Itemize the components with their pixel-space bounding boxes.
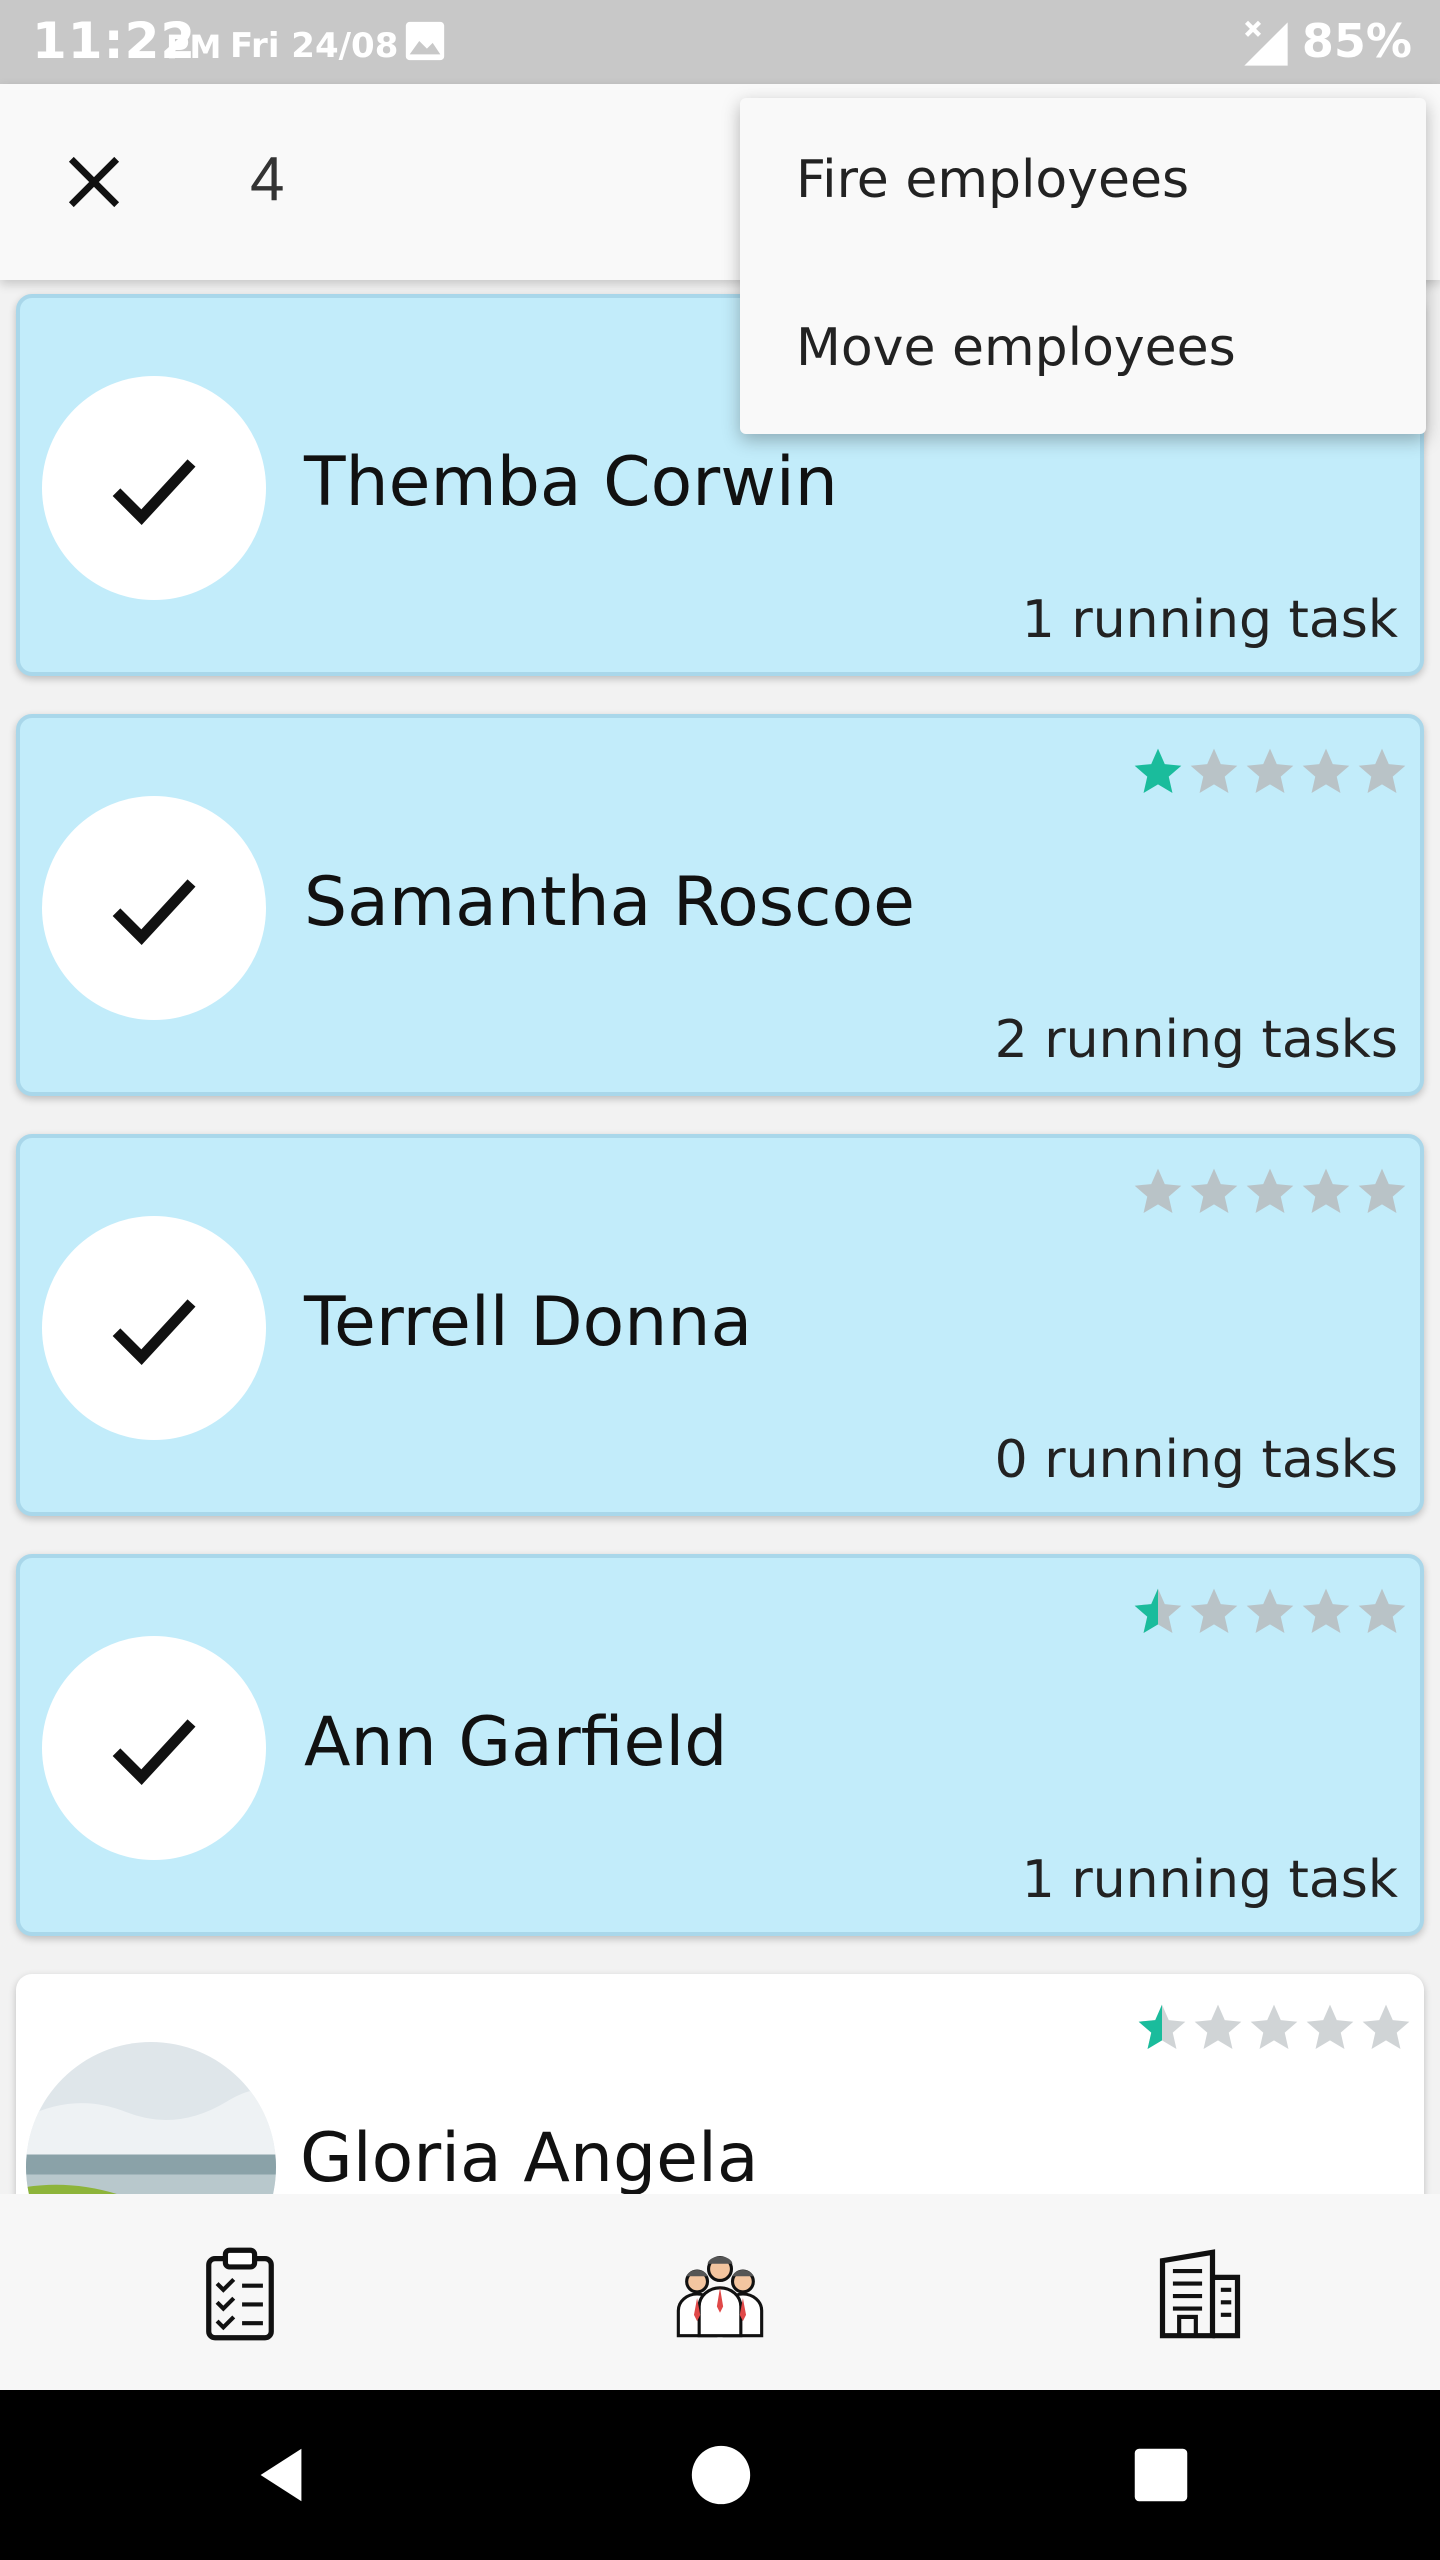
overflow-menu: Fire employees Move employees bbox=[740, 98, 1426, 434]
employee-list: Themba Corwin 1 running task Samantha Ro… bbox=[0, 280, 1440, 2194]
selected-count: 4 bbox=[250, 145, 285, 214]
star-empty-icon bbox=[1358, 1168, 1406, 1213]
close-icon[interactable] bbox=[60, 148, 128, 216]
star-half-icon bbox=[1138, 2004, 1186, 2049]
employee-card[interactable]: Samantha Roscoe 2 running tasks bbox=[16, 714, 1424, 1096]
clipboard-icon[interactable] bbox=[190, 2244, 290, 2344]
status-bar: 11:22 PM Fri 24/08 85% bbox=[0, 0, 1440, 84]
star-empty-icon bbox=[1358, 1588, 1406, 1633]
running-tasks: 1 running task bbox=[1021, 1850, 1398, 1910]
employee-card[interactable]: Terrell Donna 0 running tasks bbox=[16, 1134, 1424, 1516]
avatar[interactable] bbox=[26, 2042, 276, 2194]
star-empty-icon bbox=[1194, 2004, 1242, 2049]
star-empty-icon bbox=[1246, 748, 1294, 793]
avatar[interactable] bbox=[42, 1216, 266, 1440]
check-icon bbox=[112, 879, 196, 945]
status-date: Fri 24/08 bbox=[230, 26, 399, 66]
running-tasks: 2 running tasks bbox=[994, 1010, 1398, 1070]
bottom-navigation bbox=[0, 2194, 1440, 2390]
employee-name: Themba Corwin bbox=[304, 443, 838, 522]
no-signal-icon bbox=[1244, 20, 1288, 66]
rating-stars bbox=[1130, 744, 1410, 800]
star-empty-icon bbox=[1250, 2004, 1298, 2049]
star-empty-icon bbox=[1190, 1168, 1238, 1213]
recents-icon[interactable] bbox=[1126, 2440, 1196, 2510]
avatar[interactable] bbox=[42, 1636, 266, 1860]
menu-item-move-employees[interactable]: Move employees bbox=[796, 318, 1236, 378]
menu-item-fire-employees[interactable]: Fire employees bbox=[796, 150, 1189, 210]
star-empty-icon bbox=[1362, 2004, 1410, 2049]
star-empty-icon bbox=[1134, 1168, 1182, 1213]
star-empty-icon bbox=[1190, 748, 1238, 793]
avatar[interactable] bbox=[42, 796, 266, 1020]
check-icon bbox=[112, 1719, 196, 1785]
star-empty-icon bbox=[1190, 1588, 1238, 1633]
star-empty-icon bbox=[1306, 2004, 1354, 2049]
employees-group-icon[interactable] bbox=[670, 2244, 770, 2344]
employee-name: Samantha Roscoe bbox=[304, 863, 915, 942]
employee-name: Ann Garfield bbox=[304, 1703, 728, 1782]
home-icon[interactable] bbox=[686, 2440, 756, 2510]
rating-stars bbox=[1130, 1164, 1410, 1220]
star-empty-icon bbox=[1246, 1588, 1294, 1633]
check-icon bbox=[112, 1299, 196, 1365]
star-empty-icon bbox=[1246, 1168, 1294, 1213]
employee-name: Terrell Donna bbox=[304, 1283, 753, 1362]
battery-level: 85% bbox=[1301, 14, 1412, 68]
employee-name: Gloria Angela bbox=[300, 2119, 759, 2194]
avatar[interactable] bbox=[42, 376, 266, 600]
running-tasks: 0 running tasks bbox=[994, 1430, 1398, 1490]
system-navigation-bar bbox=[0, 2390, 1440, 2560]
building-icon[interactable] bbox=[1150, 2244, 1250, 2344]
star-empty-icon bbox=[1358, 748, 1406, 793]
status-ampm: PM bbox=[166, 28, 222, 66]
star-empty-icon bbox=[1302, 1168, 1350, 1213]
star-filled-icon bbox=[1134, 748, 1182, 793]
back-icon[interactable] bbox=[246, 2440, 316, 2510]
rating-stars bbox=[1130, 1584, 1410, 1640]
star-empty-icon bbox=[1302, 1588, 1350, 1633]
employee-card[interactable]: Gloria Angela bbox=[16, 1974, 1424, 2194]
check-icon bbox=[112, 459, 196, 525]
rating-stars bbox=[1134, 2000, 1414, 2056]
star-half-icon bbox=[1134, 1588, 1182, 1633]
star-empty-icon bbox=[1302, 748, 1350, 793]
employee-card[interactable]: Ann Garfield 1 running task bbox=[16, 1554, 1424, 1936]
running-tasks: 1 running task bbox=[1021, 590, 1398, 650]
landscape-photo bbox=[26, 2042, 276, 2194]
image-notification-icon bbox=[405, 21, 445, 61]
